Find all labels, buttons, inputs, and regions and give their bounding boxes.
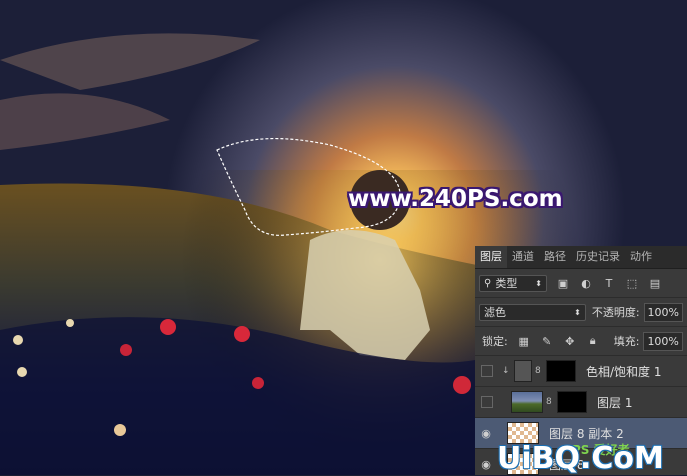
lock-row: 锁定: ▦ ✎ ✥ 🔒︎ 填充: 100% [475,327,687,356]
white-flower [66,319,74,327]
lock-all-icon[interactable]: 🔒︎ [586,334,600,348]
pixel-filter-icon[interactable]: ▣ [556,276,570,290]
chevron-down-icon: ⬍ [535,278,542,288]
layer-name: 色相/饱和度 1 [586,364,662,379]
blend-row: 滤色 ⬍ 不透明度: 100% [475,298,687,327]
link-icon: 8 [546,397,552,407]
eye-icon[interactable]: ◉ [475,418,497,448]
smart-object-filter-icon[interactable]: ▤ [648,276,662,290]
layer-mask-thumb [557,391,587,413]
tab-actions[interactable]: 动作 [625,246,657,268]
site-watermark: www.240PS.com [348,186,563,212]
red-flower [252,377,264,389]
lock-transparency-icon[interactable]: ▦ [517,334,531,348]
visibility-toggle[interactable] [481,396,493,408]
white-flower [114,424,126,436]
blend-mode-value: 滤色 [484,306,506,319]
fill-input[interactable]: 100% [643,331,683,351]
white-flower [17,367,27,377]
site-logo: UiBQ.CoM [497,441,664,476]
opacity-label: 不透明度: [591,306,640,319]
filter-row: ⚲ 类型 ⬍ ▣ ◐ T ⬚ ▤ [475,269,687,298]
lock-paint-icon[interactable]: ✎ [540,334,554,348]
layer-name: 图层 8 副本 2 [549,426,624,441]
chevron-down-icon: ⬍ [574,307,581,317]
red-flower [160,319,176,335]
lock-label: 锁定: [482,335,508,348]
layer-row-layer-1[interactable]: 8 图层 1 [475,387,687,418]
panel-tabs: 图层 通道 路径 历史记录 动作 [475,246,687,269]
layer-row-hue-saturation[interactable]: ↓ 8 色相/饱和度 1 [475,356,687,387]
shape-filter-icon[interactable]: ⬚ [625,276,639,290]
layer-name: 图层 1 [597,395,633,410]
red-flower [120,344,132,356]
layer-filter-select[interactable]: ⚲ 类型 ⬍ [479,274,547,292]
white-flower [13,335,23,345]
tab-history[interactable]: 历史记录 [571,246,625,268]
opacity-input[interactable]: 100% [643,302,683,322]
adjustment-filter-icon[interactable]: ◐ [579,276,593,290]
visibility-toggle[interactable] [481,365,493,377]
blend-mode-select[interactable]: 滤色 ⬍ [479,303,586,321]
adjustment-thumb [514,360,532,382]
lock-position-icon[interactable]: ✥ [563,334,577,348]
filter-kind-label: 类型 [495,277,518,290]
eye-icon[interactable]: ◉ [475,449,497,475]
tab-layers[interactable]: 图层 [475,246,507,268]
link-icon: 8 [535,366,541,376]
type-filter-icon[interactable]: T [602,276,616,290]
tab-paths[interactable]: 路径 [539,246,571,268]
tab-channels[interactable]: 通道 [507,246,539,268]
layer-thumb [511,391,543,413]
search-icon: ⚲ [484,277,492,289]
red-flower [234,326,250,342]
layer-mask-thumb [546,360,576,382]
clip-arrow-icon: ↓ [502,366,510,376]
red-flower [453,376,471,394]
fill-label: 填充: [613,335,640,348]
